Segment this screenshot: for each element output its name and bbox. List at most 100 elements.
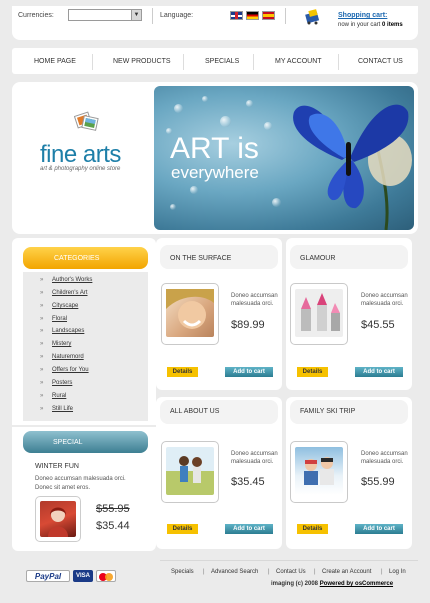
water-drop: [202, 96, 208, 102]
water-drop: [170, 204, 176, 210]
flag-de-icon[interactable]: [246, 11, 259, 20]
category-item[interactable]: » Posters: [40, 380, 72, 386]
currencies-label: Currencies:: [18, 12, 54, 19]
product-image[interactable]: [166, 289, 214, 337]
category-item[interactable]: » Landscapes: [40, 328, 84, 334]
categories-title: CATEGORIES: [54, 255, 100, 262]
special-product-desc: Doneo accumsan malesuada orci. Donec sit…: [35, 476, 126, 491]
product-image[interactable]: [295, 289, 343, 337]
flag-uk-icon[interactable]: [230, 11, 243, 20]
language-label: Language:: [160, 12, 194, 19]
category-item[interactable]: » Mistery: [40, 341, 71, 347]
nav-divider: [183, 54, 184, 70]
product-price: $55.99: [361, 476, 395, 488]
bullet-icon: »: [40, 354, 44, 360]
footer-separator: |: [268, 569, 270, 575]
category-item[interactable]: » Floral: [40, 316, 67, 322]
footer-separator: |: [381, 569, 383, 575]
butterfly-icon: [293, 104, 412, 230]
product-desc: Doneo accumsan malesuada orci.: [231, 293, 278, 307]
product-title[interactable]: ON THE SURFACE: [170, 255, 231, 262]
nav-my-account[interactable]: MY ACCOUNT: [275, 58, 322, 65]
banner-headline: ART is: [170, 132, 259, 165]
nav-divider: [92, 54, 93, 70]
nav-contact-us[interactable]: CONTACT US: [358, 58, 403, 65]
details-button[interactable]: Details: [167, 524, 198, 534]
product-title[interactable]: GLAMOUR: [300, 255, 335, 262]
copyright: imaging (c) 2008 Powered by osCommerce: [271, 581, 394, 587]
details-button[interactable]: Details: [297, 367, 328, 377]
category-item[interactable]: » Children's Art: [40, 290, 88, 296]
product-image[interactable]: [166, 447, 214, 495]
category-item[interactable]: » Naturemord: [40, 354, 84, 360]
water-drop: [272, 198, 281, 207]
special-product-image[interactable]: [40, 501, 76, 537]
footer-divider: [160, 560, 418, 561]
add-to-cart-button[interactable]: Add to cart: [355, 367, 403, 377]
footer-link-create-account[interactable]: Create an Account: [322, 569, 371, 575]
footer-link-contact-us[interactable]: Contact Us: [276, 569, 306, 575]
bullet-icon: »: [40, 367, 44, 373]
product-price: $35.45: [231, 476, 265, 488]
nav-divider: [338, 54, 339, 70]
water-drop: [264, 122, 272, 130]
currency-select[interactable]: ▼: [68, 9, 142, 21]
bullet-icon: »: [40, 406, 44, 412]
category-item[interactable]: » Rural: [40, 393, 66, 399]
divider: [152, 8, 153, 24]
bullet-icon: »: [40, 328, 44, 334]
visa-icon: VISA: [73, 570, 93, 582]
water-drop: [190, 186, 198, 194]
cart-summary: now in your cart 0 items: [338, 22, 403, 28]
special-product-name[interactable]: WINTER FUN: [35, 463, 79, 470]
product-image[interactable]: [295, 447, 343, 495]
bullet-icon: »: [40, 380, 44, 386]
nav-specials[interactable]: SPECIALS: [205, 58, 239, 65]
product-price: $89.99: [231, 319, 265, 331]
bullet-icon: »: [40, 290, 44, 296]
category-item[interactable]: » Cityscape: [40, 303, 78, 309]
add-to-cart-button[interactable]: Add to cart: [225, 524, 273, 534]
flag-es-icon[interactable]: [262, 11, 275, 20]
bullet-icon: »: [40, 341, 44, 347]
footer-link-specials[interactable]: Specials: [171, 569, 194, 575]
nav-divider: [253, 54, 254, 70]
add-to-cart-button[interactable]: Add to cart: [225, 367, 273, 377]
product-desc: Doneo accumsan malesuada orci.: [231, 451, 278, 465]
footer-link-advanced-search[interactable]: Advanced Search: [211, 569, 258, 575]
footer-link-login[interactable]: Log In: [389, 569, 406, 575]
special-title: SPECIAL: [53, 439, 83, 446]
banner-subheadline: everywhere: [171, 163, 259, 182]
product-title[interactable]: ALL ABOUT US: [170, 408, 219, 415]
nav-new-products[interactable]: NEW PRODUCTS: [113, 58, 171, 65]
nav-home[interactable]: HOME PAGE: [34, 58, 76, 65]
category-item[interactable]: » Offers for You: [40, 367, 89, 373]
special-header: [23, 431, 148, 453]
product-desc: Doneo accumsan malesuada orci.: [361, 451, 408, 465]
chevron-down-icon[interactable]: ▼: [131, 10, 141, 20]
shopping-cart-icon[interactable]: [304, 9, 322, 25]
details-button[interactable]: Details: [297, 524, 328, 534]
water-drop: [246, 100, 253, 107]
add-to-cart-button[interactable]: Add to cart: [355, 524, 403, 534]
bullet-icon: »: [40, 303, 44, 309]
category-item[interactable]: » Still Life: [40, 406, 73, 412]
bullet-icon: »: [40, 316, 44, 322]
special-new-price: $35.44: [96, 520, 130, 532]
bullet-icon: »: [40, 277, 44, 283]
category-item[interactable]: » Author's Works: [40, 277, 92, 283]
details-button[interactable]: Details: [167, 367, 198, 377]
site-tagline: art & photography online store: [40, 166, 121, 172]
photos-logo-icon[interactable]: [74, 110, 100, 134]
mastercard-icon: [96, 570, 116, 582]
footer-separator: |: [203, 569, 205, 575]
oscommerce-link[interactable]: Powered by osCommerce: [320, 581, 393, 587]
water-drop: [220, 116, 231, 127]
bullet-icon: »: [40, 393, 44, 399]
shopping-cart-link[interactable]: Shopping cart:: [338, 12, 387, 19]
divider: [285, 8, 286, 24]
product-desc: Doneo accumsan malesuada orci.: [361, 293, 408, 307]
site-logo[interactable]: fine arts: [40, 141, 121, 169]
special-old-price: $55.95: [96, 503, 130, 515]
product-title[interactable]: FAMILY SKI TRIP: [300, 408, 355, 415]
